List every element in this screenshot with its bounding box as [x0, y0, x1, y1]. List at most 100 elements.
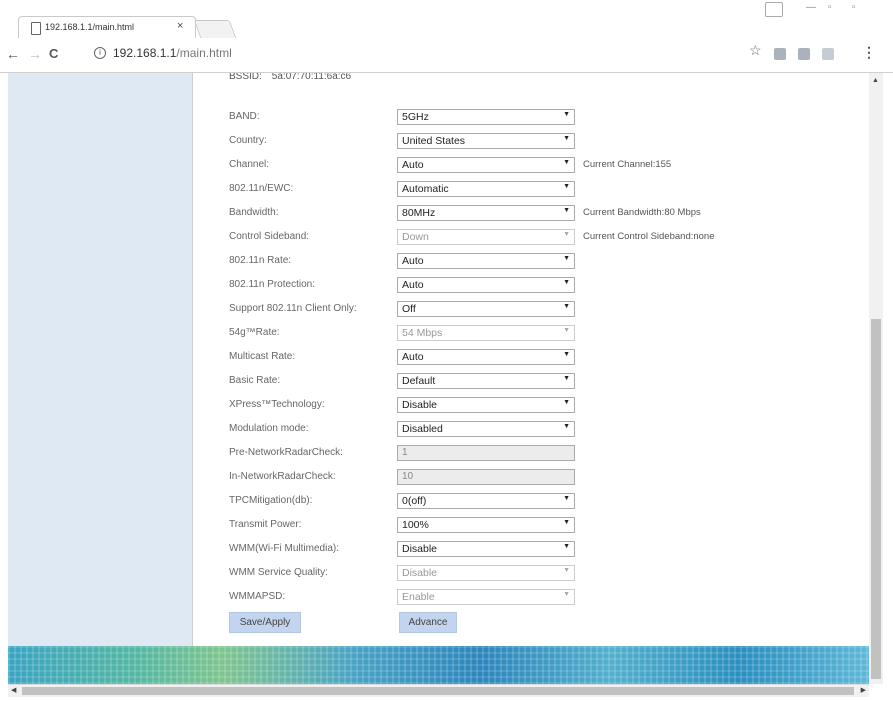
dropdown-arrow-icon[interactable]: ▼ [563, 207, 570, 214]
setting-label: Bandwidth: [229, 207, 279, 218]
select-value: 0(off) [402, 495, 427, 507]
dropdown-arrow-icon[interactable]: ▼ [563, 519, 570, 526]
scroll-left-icon[interactable]: ◀ [11, 686, 16, 694]
bookmark-star-icon[interactable]: ☆ [749, 42, 762, 59]
channel-select[interactable]: Auto ▼ [397, 157, 575, 173]
select-value: 100% [402, 519, 429, 531]
control-sideband-select[interactable]: Down ▼ [397, 229, 575, 245]
dropdown-arrow-icon[interactable]: ▼ [563, 327, 570, 334]
tab-title: 192.168.1.1/main.html [45, 22, 135, 32]
url-text[interactable]: 192.168.1.1/main.html [113, 46, 232, 60]
wmm-wi-fi-multimedia-select[interactable]: Disable ▼ [397, 541, 575, 557]
dropdown-arrow-icon[interactable]: ▼ [563, 231, 570, 238]
browser-menu-icon[interactable]: ⋮ [862, 44, 876, 61]
transmit-power-select[interactable]: 100% ▼ [397, 517, 575, 533]
vertical-scrollbar[interactable]: ▲ [869, 73, 883, 684]
page-icon [31, 22, 41, 35]
tpcmitigation-db-select[interactable]: 0(off) ▼ [397, 493, 575, 509]
setting-label: Modulation mode: [229, 423, 309, 434]
dropdown-arrow-icon[interactable]: ▼ [563, 423, 570, 430]
user-profile-icon[interactable] [765, 2, 783, 17]
dropdown-arrow-icon[interactable]: ▼ [563, 399, 570, 406]
dropdown-arrow-icon[interactable]: ▼ [563, 159, 570, 166]
select-value: United States [402, 135, 466, 147]
wmm-service-quality-select[interactable]: Disable ▼ [397, 565, 575, 581]
close-window-icon[interactable]: ▫ [852, 2, 856, 13]
advance-button[interactable]: Advance [399, 612, 457, 633]
xpress-technology-select[interactable]: Disable ▼ [397, 397, 575, 413]
setting-label: Support 802.11n Client Only: [229, 303, 357, 314]
new-tab-button[interactable] [193, 20, 237, 38]
select-value: Disable [402, 543, 438, 555]
setting-label: Pre-NetworkRadarCheck: [229, 447, 343, 458]
reload-icon[interactable]: C [49, 46, 58, 61]
maximize-icon[interactable]: ▫ [828, 2, 832, 13]
bssid-label: BSSID: [229, 73, 262, 82]
multicast-rate-select[interactable]: Auto ▼ [397, 349, 575, 365]
802-11n-ewc-select[interactable]: Automatic ▼ [397, 181, 575, 197]
dropdown-arrow-icon[interactable]: ▼ [563, 135, 570, 142]
dropdown-arrow-icon[interactable]: ▼ [563, 255, 570, 262]
browser-titlebar: 192.168.1.1/main.html × — ▫ ▫ [0, 0, 893, 39]
url-path: /main.html [176, 46, 232, 60]
802-11n-protection-select[interactable]: Auto ▼ [397, 277, 575, 293]
info-icon[interactable]: i [94, 47, 106, 59]
minimize-icon[interactable]: — [806, 2, 816, 13]
setting-label: 802.11n Rate: [229, 255, 292, 266]
setting-label: TPCMitigation(db): [229, 495, 313, 506]
dropdown-arrow-icon[interactable]: ▼ [563, 279, 570, 286]
back-icon[interactable]: ← [6, 46, 20, 62]
dropdown-arrow-icon[interactable]: ▼ [563, 375, 570, 382]
select-value: Disabled [402, 423, 443, 435]
54g-rate-select[interactable]: 54 Mbps ▼ [397, 325, 575, 341]
sidebar [8, 73, 193, 646]
basic-rate-select[interactable]: Default ▼ [397, 373, 575, 389]
extension-icon[interactable] [798, 48, 810, 60]
horizontal-scrollbar[interactable]: ◀ ▶ [8, 684, 869, 697]
dropdown-arrow-icon[interactable]: ▼ [563, 183, 570, 190]
setting-label: Control Sideband: [229, 231, 310, 242]
forward-icon[interactable]: → [28, 46, 42, 62]
scroll-up-icon[interactable]: ▲ [872, 77, 879, 84]
address-bar[interactable]: i 192.168.1.1/main.html [89, 43, 861, 65]
browser-tab[interactable]: 192.168.1.1/main.html × [18, 16, 196, 39]
setting-label: WMM(Wi-Fi Multimedia): [229, 543, 339, 554]
dropdown-arrow-icon[interactable]: ▼ [563, 543, 570, 550]
dropdown-arrow-icon[interactable]: ▼ [563, 303, 570, 310]
802-11n-rate-select[interactable]: Auto ▼ [397, 253, 575, 269]
in-networkradarcheck-input[interactable]: 10 [397, 469, 575, 485]
country-select[interactable]: United States ▼ [397, 133, 575, 149]
select-value: Down [402, 231, 429, 243]
scrollbar-thumb[interactable] [871, 319, 881, 679]
setting-label: In-NetworkRadarCheck: [229, 471, 336, 482]
dropdown-arrow-icon[interactable]: ▼ [563, 495, 570, 502]
extension-icon[interactable] [822, 48, 834, 60]
dropdown-arrow-icon[interactable]: ▼ [563, 351, 570, 358]
scrollbar-thumb[interactable] [22, 687, 854, 695]
bandwidth-select[interactable]: 80MHz ▼ [397, 205, 575, 221]
setting-label: BAND: [229, 111, 260, 122]
save-apply-button[interactable]: Save/Apply [229, 612, 301, 633]
dropdown-arrow-icon[interactable]: ▼ [563, 591, 570, 598]
wireless-settings-panel: BSSID: 5a:07:70:11:6a:c6 BAND: 5GHz ▼ Countr… [193, 73, 868, 646]
setting-label: Transmit Power: [229, 519, 302, 530]
tab-close-icon[interactable]: × [177, 20, 183, 32]
band-select[interactable]: 5GHz ▼ [397, 109, 575, 125]
dropdown-arrow-icon[interactable]: ▼ [563, 111, 570, 118]
scroll-right-icon[interactable]: ▶ [861, 686, 866, 694]
status-note: Current Channel:155 [583, 159, 672, 170]
setting-label: 54g™Rate: [229, 327, 280, 338]
wmmapsd-select[interactable]: Enable ▼ [397, 589, 575, 605]
footer-banner [8, 646, 869, 684]
dropdown-arrow-icon[interactable]: ▼ [563, 567, 570, 574]
modulation-mode-select[interactable]: Disabled ▼ [397, 421, 575, 437]
support-802-11n-client-only-select[interactable]: Off ▼ [397, 301, 575, 317]
select-value: Disable [402, 567, 438, 579]
extension-icon[interactable] [774, 48, 786, 60]
select-value: Auto [402, 279, 424, 291]
setting-label: 802.11n/EWC: [229, 183, 294, 194]
setting-label: Country: [229, 135, 267, 146]
pre-networkradarcheck-input[interactable]: 1 [397, 445, 575, 461]
select-value: Auto [402, 255, 424, 267]
setting-label: WMMAPSD: [229, 591, 286, 602]
